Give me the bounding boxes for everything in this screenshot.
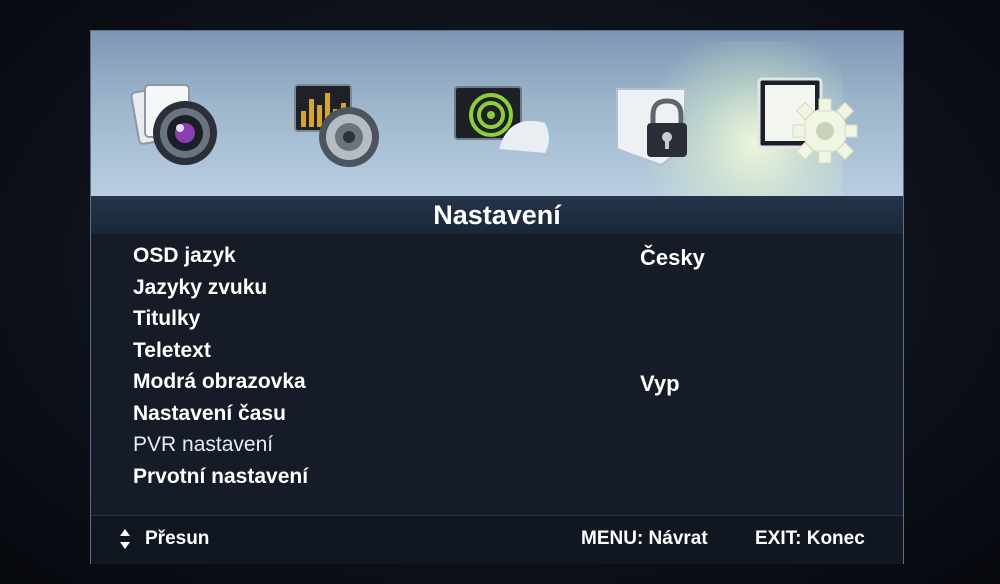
menu-item-label: Modrá obrazovka — [133, 370, 306, 393]
top-icon-bar — [91, 31, 903, 196]
picture-menu-icon[interactable] — [121, 69, 231, 179]
menu-item-audio-languages[interactable]: Jazyky zvuku — [133, 273, 873, 305]
menu-item-subtitles[interactable]: Titulky — [133, 304, 873, 336]
menu-item-label: Nastavení času — [133, 401, 286, 425]
menu-item-label: PVR nastavení — [133, 433, 274, 456]
move-hint-label: Přesun — [145, 528, 210, 549]
menu-item-time-settings[interactable]: Nastavení času — [133, 399, 873, 431]
menu-item-label: OSD jazyk — [133, 244, 236, 267]
menu-item-label: Titulky — [133, 307, 201, 330]
menu-item-initial-settings[interactable]: Prvotní nastavení — [133, 462, 873, 494]
settings-menu-list: OSD jazyk Česky Jazyky zvuku Titulky Tel… — [133, 241, 873, 493]
menu-item-blue-screen[interactable]: Modrá obrazovka Vyp — [133, 367, 873, 399]
menu-item-label: Prvotní nastavení — [133, 464, 309, 488]
sound-menu-icon[interactable] — [287, 69, 397, 179]
menu-back-hint: MENU: Návrat — [581, 528, 708, 549]
page-title: Nastavení — [91, 196, 903, 234]
menu-item-label: Jazyky zvuku — [133, 275, 268, 299]
menu-item-value: Vyp — [640, 371, 680, 396]
settings-menu-icon[interactable] — [755, 69, 865, 179]
lock-menu-icon[interactable] — [607, 69, 717, 179]
menu-item-pvr-settings[interactable]: PVR nastavení — [133, 430, 873, 462]
exit-hint: EXIT: Konec — [755, 528, 865, 549]
footer-hint-bar: Přesun MENU: Návrat EXIT: Konec — [91, 515, 903, 564]
menu-item-teletext[interactable]: Teletext — [133, 336, 873, 368]
osd-menu-window: Nastavení OSD jazyk Česky Jazyky zvuku T… — [90, 30, 904, 564]
channel-menu-icon[interactable] — [449, 69, 559, 179]
up-down-arrows-icon — [120, 529, 130, 549]
menu-item-osd-language[interactable]: OSD jazyk Česky — [133, 241, 873, 273]
menu-item-value: Česky — [640, 245, 705, 270]
menu-item-label: Teletext — [133, 338, 211, 362]
